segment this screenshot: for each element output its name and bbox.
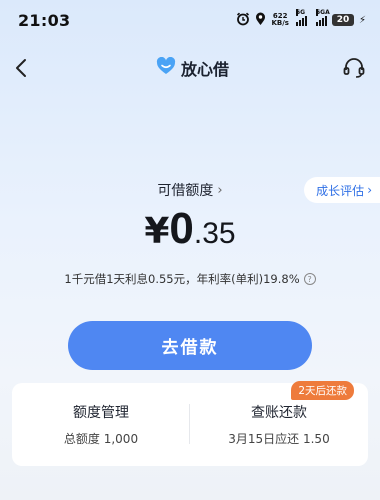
repayment-due-badge: 2天后还款 (291, 381, 354, 400)
app-logo-icon (156, 56, 176, 79)
signal-icon: 5G (295, 9, 307, 26)
headset-icon (343, 58, 365, 78)
info-icon[interactable]: ? (303, 273, 316, 285)
bill-repayment-title: 查账还款 (251, 405, 307, 421)
currency-symbol: ¥ (144, 211, 170, 252)
signal-icon: 5GA (315, 9, 330, 26)
nav-bar: 放心借 (0, 48, 380, 88)
amount-decimal: .35 (193, 217, 236, 250)
page-title: 放心借 (156, 56, 229, 80)
charging-icon: ⚡ (358, 14, 366, 26)
repayment-due-text: 3月15日应还 1.50 (228, 432, 330, 446)
available-amount: ¥0.35 (0, 204, 380, 254)
status-bar: 21:03 622 KB/s 5G 5GA 20 ⚡ (0, 0, 380, 40)
quota-management-title: 额度管理 (73, 405, 129, 421)
net-speed-unit: KB/s (271, 19, 289, 27)
battery-level: 20 (336, 15, 350, 25)
net-speed: 622 KB/s (271, 13, 288, 27)
signal1-label: 5G (295, 9, 306, 16)
amount-integer: 0 (169, 204, 194, 253)
account-card: 额度管理 总额度 1,000 查账还款 3月15日应还 1.50 2天后还款 (12, 381, 368, 466)
signal2-label: 5GA (315, 9, 330, 16)
status-icons: 622 KB/s 5G 5GA 20 ⚡ (236, 9, 366, 30)
location-icon (255, 11, 266, 30)
interest-rate-text: 1千元借1天利息0.55元，年利率(单利)19.8% (64, 272, 300, 286)
customer-service-button[interactable] (340, 54, 368, 82)
battery-icon: 20 (331, 14, 354, 26)
total-quota-text: 总额度 1,000 (63, 432, 139, 446)
page-title-text: 放心借 (181, 60, 230, 79)
available-quota-label: 可借额度 (157, 183, 214, 199)
available-quota-link[interactable]: 可借额度 › (0, 180, 380, 200)
chevron-right-icon: › (217, 182, 223, 198)
back-button[interactable] (8, 54, 36, 82)
borrow-button[interactable]: 去借款 (68, 321, 312, 370)
divider (189, 404, 190, 444)
interest-rate-info: 1千元借1天利息0.55元，年利率(单利)19.8% ? (0, 271, 380, 287)
alarm-icon (236, 11, 250, 30)
status-time: 21:03 (18, 11, 71, 30)
chevron-left-icon (16, 59, 26, 77)
quota-management-item[interactable]: 额度管理 总额度 1,000 (12, 383, 190, 466)
